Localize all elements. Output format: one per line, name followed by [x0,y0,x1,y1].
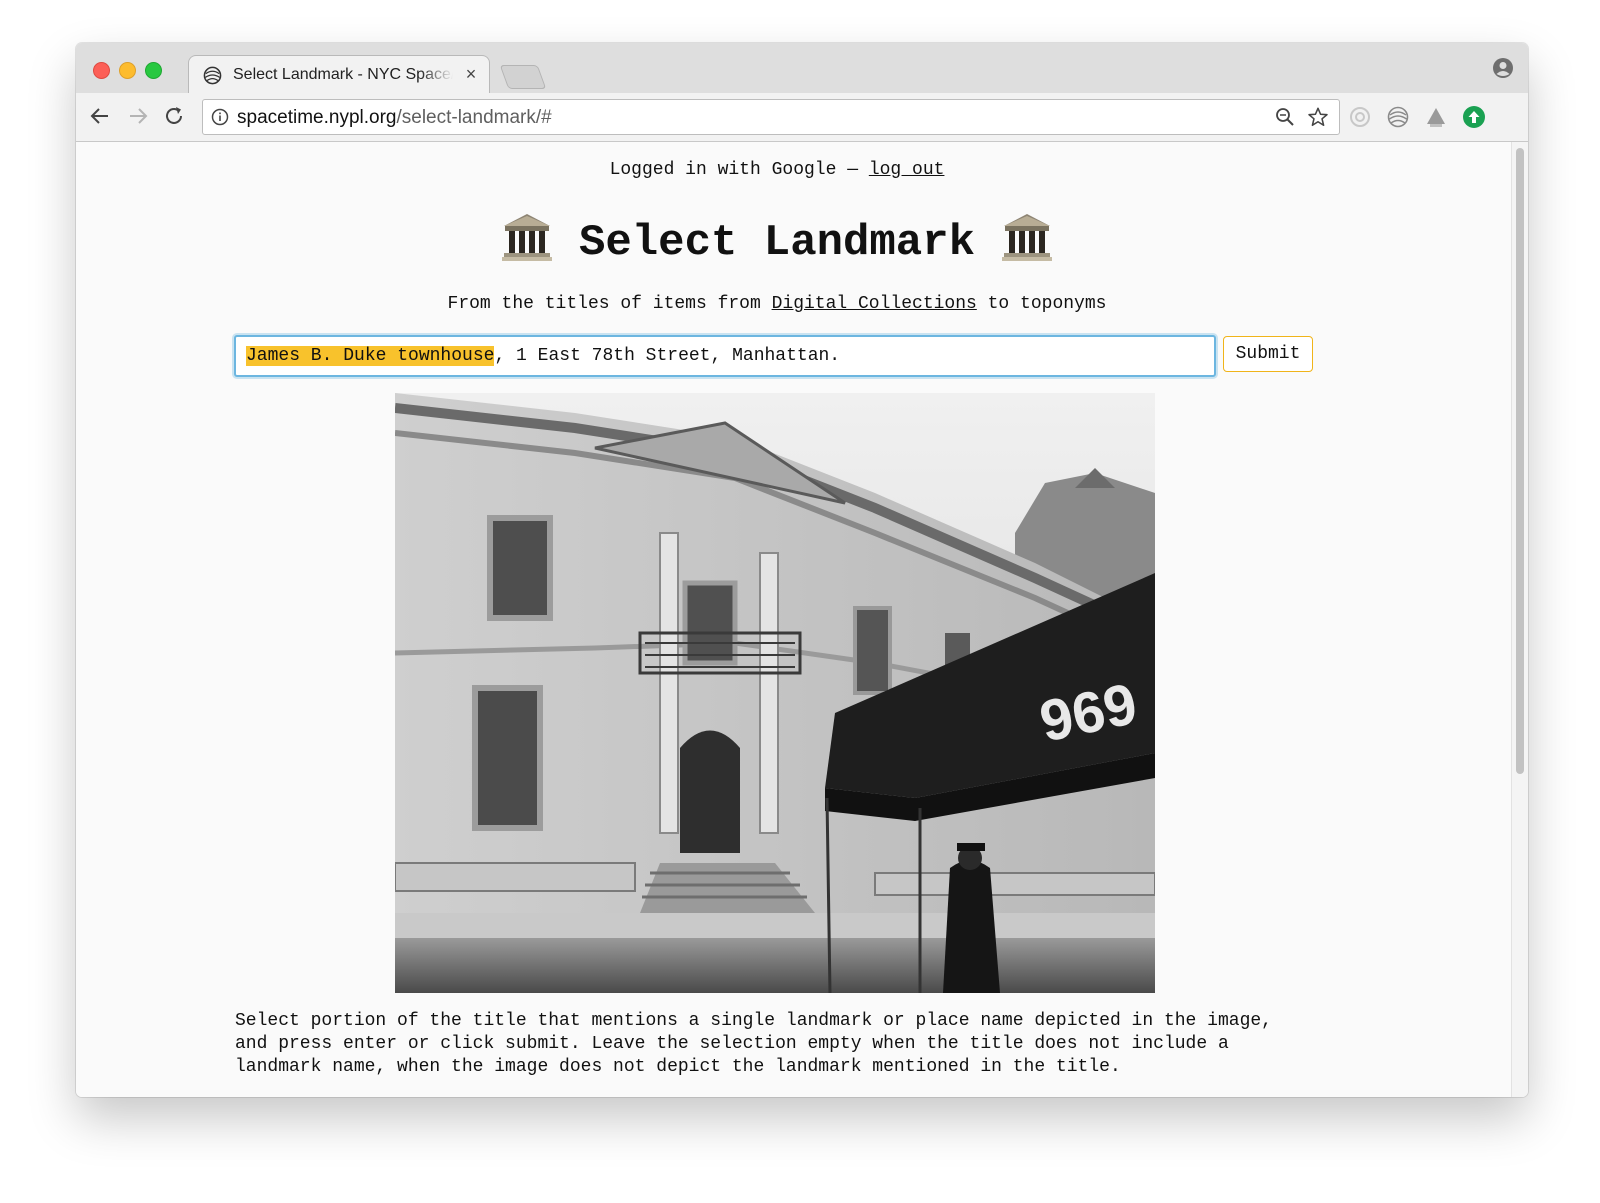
subtitle-text-after: to toponyms [976,294,1107,314]
reload-icon[interactable] [162,104,186,128]
extension-drive-icon[interactable] [1424,105,1448,129]
url-path: /select-landmark/# [396,107,552,128]
star-icon[interactable] [1307,106,1329,128]
submit-button[interactable]: Submit [1223,336,1313,372]
selected-landmark-text[interactable]: James B. Duke townhouse [246,346,495,366]
url-host: spacetime.nypl.org [237,107,397,128]
page-title: Select Landmark [76,212,1478,268]
page-subtitle: From the titles of items from Digital Co… [76,294,1478,314]
browser-tab-active[interactable]: Select Landmark - NYC Space/ × [188,55,490,94]
classical-building-icon [501,214,552,261]
digital-collections-link[interactable]: Digital Collections [772,294,977,314]
tab-title: Select Landmark - NYC Space/ [233,66,453,83]
zoom-icon[interactable] [1275,107,1295,127]
address-bar[interactable]: spacetime.nypl.org/select-landmark/# [202,99,1340,135]
page-content: Logged in with Google — log out Select L… [76,142,1478,1097]
instructions-text: Select portion of the title that mention… [235,1011,1272,1077]
window-maximize-button[interactable] [145,62,162,79]
logout-link[interactable]: log out [869,160,945,180]
spacetime-favicon-icon [203,66,222,85]
window-minimize-button[interactable] [119,62,136,79]
classical-building-icon [1002,214,1053,261]
tab-bar: Select Landmark - NYC Space/ × [76,43,1528,94]
url-text: spacetime.nypl.org/select-landmark/# [237,107,552,129]
back-arrow-icon[interactable] [88,104,112,128]
new-tab-button[interactable] [499,65,547,89]
browser-window: Select Landmark - NYC Space/ × spacetime… [76,43,1528,1097]
page-scrollbar[interactable] [1511,142,1528,1097]
page-title-text: Select Landmark [578,218,976,268]
profile-icon[interactable] [1492,57,1514,79]
info-icon[interactable] [211,108,229,126]
extension-upload-icon[interactable] [1462,105,1486,129]
browser-toolbar: spacetime.nypl.org/select-landmark/# [76,93,1528,142]
extension-camera-icon[interactable] [1348,105,1372,129]
login-status: Logged in with Google — log out [76,160,1478,180]
unselected-title-text[interactable]: , 1 East 78th Street, Manhattan. [494,346,840,366]
tab-close-icon[interactable]: × [461,64,481,84]
extension-spacetime-icon[interactable] [1386,105,1410,129]
login-text: Logged in with Google — [609,160,869,180]
window-close-button[interactable] [93,62,110,79]
scrollbar-thumb[interactable] [1516,148,1524,774]
item-title-input[interactable]: James B. Duke townhouse, 1 East 78th Str… [234,335,1216,377]
subtitle-text-before: From the titles of items from [447,294,772,314]
landmark-photo: 969 [395,393,1155,993]
forward-arrow-icon[interactable] [126,104,150,128]
